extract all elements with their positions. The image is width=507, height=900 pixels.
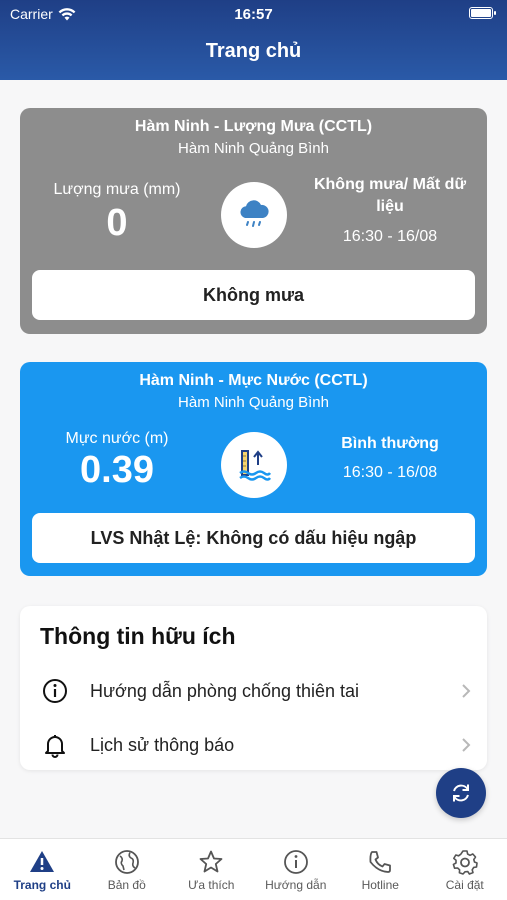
measurement-time: 16:30 - 16/08 [342, 464, 438, 481]
list-item-notification-history[interactable]: Lịch sử thông báo [20, 720, 487, 770]
list-item-label: Lịch sử thông báo [90, 735, 235, 755]
refresh-button[interactable] [436, 768, 486, 818]
info-icon [43, 679, 67, 703]
tab-guide[interactable]: Hướng dẫn [254, 839, 339, 900]
water-level-value: 0.39 [80, 449, 154, 491]
rain-cloud-icon [221, 182, 287, 248]
status-time: 16:57 [234, 6, 273, 23]
flood-warning-banner: LVS Nhật Lệ: Không có dấu hiệu ngập [32, 513, 475, 563]
metric-label: Mực nước (m) [65, 430, 169, 447]
battery-icon [469, 7, 496, 19]
station-location: Hàm Ninh Quảng Bình [178, 140, 329, 157]
tab-favorites[interactable]: Ưa thích [169, 839, 254, 900]
chevron-right-icon [462, 738, 471, 752]
station-location: Hàm Ninh Quảng Bình [178, 394, 329, 411]
section-title: Thông tin hữu ích [40, 623, 236, 649]
tab-label: Hướng dẫn [265, 878, 327, 892]
page-title: Trang chủ [205, 40, 302, 62]
phone-icon [369, 851, 392, 873]
chevron-right-icon [462, 684, 471, 698]
globe-icon [114, 850, 139, 874]
water-level-icon [221, 432, 287, 498]
tab-label: Ưa thích [188, 878, 235, 892]
bottom-tab-bar: Trang chủ Bản đồ Ưa thích Hướng dẫn Hotl… [0, 838, 507, 900]
status-bar: Carrier 16:57 [0, 0, 507, 28]
list-item-disaster-guide[interactable]: Hướng dẫn phòng chống thiên tai [20, 666, 487, 716]
useful-info-card: Thông tin hữu ích Hướng dẫn phòng chống … [20, 606, 487, 770]
refresh-icon [453, 784, 469, 802]
gear-icon [452, 850, 478, 875]
rain-warning-banner: Không mưa [32, 270, 475, 320]
home-content: Hàm Ninh - Lượng Mưa (CCTL) Hàm Ninh Quả… [0, 80, 507, 838]
tab-label: Hotline [361, 878, 399, 892]
bell-icon [45, 735, 65, 758]
tab-label: Trang chủ [13, 878, 71, 892]
water-status: Bình thường [341, 435, 439, 452]
rain-status: Không mưa/ Mất dữ liệu [313, 176, 467, 215]
tab-map[interactable]: Bản đồ [85, 839, 170, 900]
tab-label: Cài đặt [445, 878, 484, 892]
tab-hotline[interactable]: Hotline [338, 839, 423, 900]
rainfall-value: 0 [106, 202, 128, 244]
list-item-label: Hướng dẫn phòng chống thiên tai [90, 681, 360, 701]
metric-label: Lượng mưa (mm) [53, 181, 181, 198]
tab-home[interactable]: Trang chủ [0, 839, 85, 900]
water-level-station-card[interactable]: Hàm Ninh - Mực Nước (CCTL) Hàm Ninh Quản… [20, 362, 487, 576]
info-icon [283, 850, 308, 874]
station-name: Hàm Ninh - Lượng Mưa (CCTL) [134, 118, 373, 135]
star-icon [199, 850, 223, 873]
app-header: Carrier 16:57 Trang chủ [0, 0, 507, 80]
station-name: Hàm Ninh - Mực Nước (CCTL) [139, 372, 368, 389]
measurement-time: 16:30 - 16/08 [342, 228, 438, 245]
tab-settings[interactable]: Cài đặt [423, 839, 507, 900]
warning-icon [30, 851, 55, 872]
tab-label: Bản đồ [107, 878, 146, 892]
rainfall-station-card[interactable]: Hàm Ninh - Lượng Mưa (CCTL) Hàm Ninh Quả… [20, 108, 487, 334]
